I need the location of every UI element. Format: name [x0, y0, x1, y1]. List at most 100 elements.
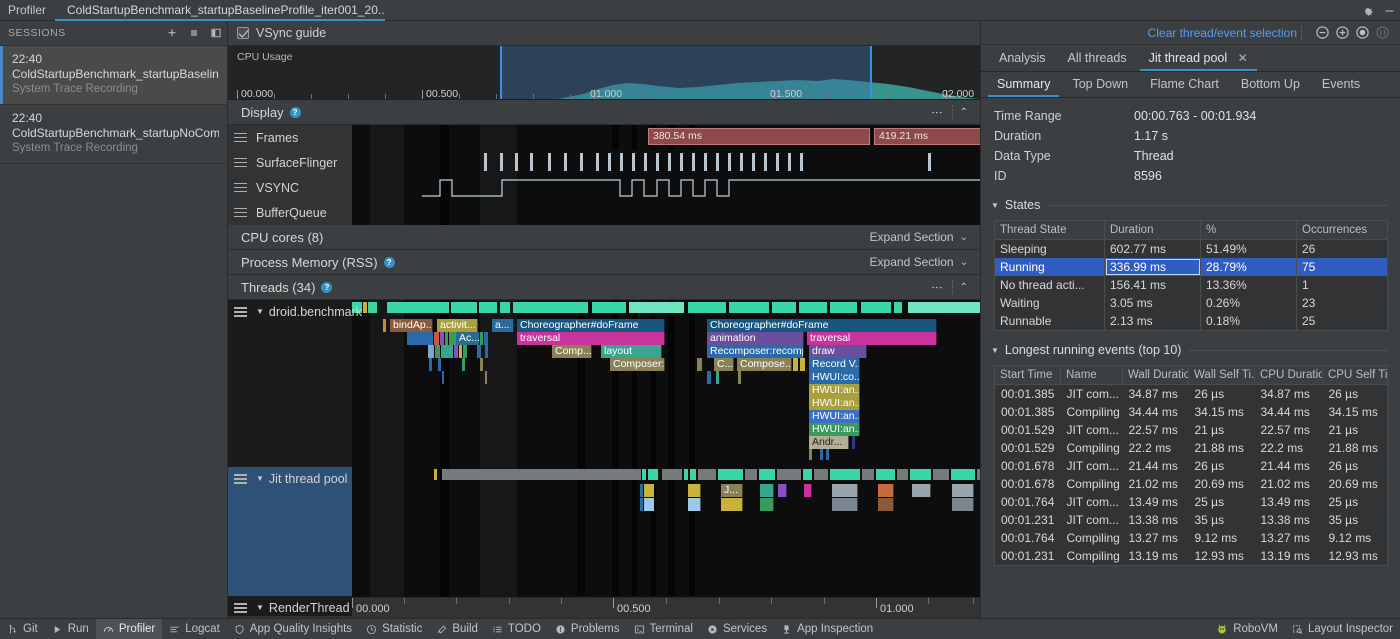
track-canvas-bufferqueue[interactable] [352, 200, 980, 225]
reset-zoom-icon[interactable] [1352, 23, 1372, 43]
drag-handle-icon[interactable] [234, 307, 247, 317]
states-group-header[interactable]: ▼ States [981, 196, 1400, 214]
column-header-occurrences[interactable]: Occurrences [1296, 220, 1388, 240]
chevron-down-icon[interactable]: ⌄ [960, 257, 968, 268]
trace-slice[interactable]: Choreographer#doFrame [517, 319, 665, 332]
help-icon[interactable]: ? [383, 256, 395, 268]
minimize-icon[interactable] [1378, 0, 1400, 21]
trace-slice[interactable] [952, 498, 974, 511]
trace-slice[interactable]: Recomposer:recomp... [707, 345, 804, 358]
status-item-services[interactable]: Services [700, 619, 774, 639]
more-options-icon[interactable]: ⋮ [931, 282, 943, 293]
help-icon[interactable]: ? [321, 281, 333, 293]
column-header-duration[interactable]: Duration [1104, 220, 1201, 240]
trace-slice[interactable] [878, 498, 894, 511]
frame-bar[interactable]: 419.21 ms [874, 128, 980, 145]
section-header-cpu-cores[interactable]: CPU cores (8) Expand Section ⌄ [228, 225, 980, 250]
trace-slice[interactable] [760, 484, 774, 497]
column-header-thread-state[interactable]: Thread State [994, 220, 1105, 240]
trace-slice[interactable]: activit... [437, 319, 478, 332]
table-row[interactable]: 00:01.529 JIT com... 22.57 ms 21 µs 22.5… [995, 421, 1388, 439]
gear-icon[interactable] [1356, 0, 1378, 21]
tab-analysis[interactable]: Analysis [988, 45, 1057, 71]
status-item-app-quality-insights[interactable]: App Quality Insights [227, 619, 359, 639]
tab-all-threads[interactable]: All threads [1057, 45, 1138, 71]
table-row[interactable]: 00:01.231 Compiling 13.19 ms 12.93 ms 13… [994, 547, 1388, 566]
table-row[interactable]: 00:01.385 Compiling 34.44 ms 34.15 ms 34… [995, 403, 1388, 421]
events-group-header[interactable]: ▼ Longest running events (top 10) [981, 341, 1400, 359]
status-item-todo[interactable]: TODO [485, 619, 548, 639]
track-canvas-surfaceflinger[interactable] [352, 150, 980, 175]
status-item-statistic[interactable]: Statistic [359, 619, 429, 639]
tab-top-down[interactable]: Top Down [1061, 72, 1139, 97]
drag-handle-icon[interactable] [234, 603, 247, 613]
more-options-icon[interactable]: ⋮ [931, 107, 943, 118]
track-row-frames[interactable]: Frames 380.54 ms 419.21 ms [228, 125, 980, 150]
thread-label-cell[interactable]: ▼ RenderThread [228, 596, 352, 616]
trace-slice[interactable] [952, 484, 974, 497]
trace-slice[interactable] [832, 498, 858, 511]
clear-thread-event-selection-link[interactable]: Clear thread/event selection [1148, 26, 1297, 40]
session-item[interactable]: 22:40 ColdStartupBenchmark_startupBaseli… [0, 46, 227, 105]
trace-slice[interactable]: HWUI:an... [809, 384, 860, 397]
chevron-down-icon[interactable]: ⌄ [960, 232, 968, 243]
trace-slice[interactable]: HWUI:an... [809, 423, 860, 436]
frame-bar[interactable]: 380.54 ms [648, 128, 870, 145]
trace-slice[interactable]: J... [721, 484, 743, 497]
trace-slice[interactable] [912, 484, 931, 497]
longest-events-table[interactable]: Start Time Name Wall Duration Wall Self … [994, 365, 1388, 566]
tab-flame-chart[interactable]: Flame Chart [1139, 72, 1230, 97]
track-row-vsync[interactable]: VSYNC [228, 175, 980, 200]
plus-icon[interactable] [161, 22, 183, 44]
tab-bottom-up[interactable]: Bottom Up [1230, 72, 1311, 97]
tab-summary[interactable]: Summary [986, 72, 1061, 97]
chevron-up-icon[interactable]: ⌃ [960, 107, 968, 118]
thread-canvas-jit-thread-pool[interactable]: J... [352, 467, 980, 596]
trace-slice[interactable]: bindAp... [390, 319, 433, 332]
collapse-triangle-icon[interactable]: ▼ [991, 201, 999, 210]
close-icon[interactable]: ✕ [1238, 51, 1248, 65]
status-item-layout-inspector[interactable]: Layout Inspector [1285, 619, 1400, 639]
trace-slice[interactable] [778, 484, 787, 497]
section-header-threads[interactable]: Threads (34) ? ⋮ ⌃ [228, 275, 980, 300]
trace-slice[interactable] [832, 484, 858, 497]
thread-row-droid-benchmark[interactable]: ▼ droid.benchmark bindAp... activit... A… [228, 300, 980, 467]
status-item-run[interactable]: Run [45, 619, 96, 639]
track-label-cell[interactable]: Frames [228, 125, 352, 150]
trace-slice[interactable]: Comp... [552, 345, 592, 358]
track-label-cell[interactable]: BufferQueue [228, 200, 352, 225]
thread-canvas-droid-benchmark[interactable]: bindAp... activit... Ac... a... Choreogr… [352, 300, 980, 467]
column-header-percent[interactable]: % [1200, 220, 1297, 240]
table-row[interactable]: No thread acti... 156.41 ms 13.36% 1 [994, 276, 1388, 294]
status-item-profiler[interactable]: Profiler [95, 618, 163, 639]
track-canvas-frames[interactable]: 380.54 ms 419.21 ms [352, 125, 980, 150]
trace-slice[interactable]: Ac... [456, 332, 480, 345]
column-header-cpu-duration[interactable]: CPU Duration [1254, 365, 1323, 385]
table-row[interactable]: 00:01.385 JIT com... 34.87 ms 26 µs 34.8… [995, 385, 1388, 404]
table-row[interactable]: 00:01.678 Compiling 21.02 ms 20.69 ms 21… [995, 475, 1388, 493]
trace-slice[interactable]: draw [809, 345, 867, 358]
expand-triangle-icon[interactable]: ▼ [256, 305, 264, 319]
column-header-wall-duration[interactable]: Wall Duration [1122, 365, 1189, 385]
vsync-guide-checkbox[interactable] [237, 27, 249, 39]
stop-square-icon[interactable] [183, 22, 205, 44]
trace-slice[interactable]: Andr... [809, 436, 849, 449]
track-canvas-vsync[interactable] [352, 175, 980, 200]
expand-triangle-icon[interactable]: ▼ [256, 601, 264, 615]
status-item-build[interactable]: Build [429, 619, 485, 639]
thread-label-cell[interactable]: ▼ droid.benchmark [228, 300, 362, 467]
table-row[interactable]: Runnable 2.13 ms 0.18% 25 [994, 312, 1388, 331]
split-panel-icon[interactable] [205, 22, 227, 44]
table-row[interactable]: Running 336.99 ms 28.79% 75 [994, 258, 1388, 276]
table-row[interactable]: 00:01.678 JIT com... 21.44 ms 26 µs 21.4… [995, 457, 1388, 475]
trace-slice[interactable] [804, 484, 812, 497]
track-row-surfaceflinger[interactable]: SurfaceFlinger [228, 150, 980, 175]
thread-row-jit-thread-pool[interactable]: ▼ Jit thread pool J... [228, 467, 980, 596]
trace-slice[interactable]: HWUI:co... [809, 371, 860, 384]
trace-slice[interactable]: traversal [807, 332, 937, 345]
track-row-bufferqueue[interactable]: BufferQueue [228, 200, 980, 225]
trace-slice[interactable]: Record V... [809, 358, 860, 371]
table-row[interactable]: 00:01.231 JIT com... 13.38 ms 35 µs 13.3… [995, 511, 1388, 529]
tab-jit-thread-pool[interactable]: Jit thread pool ✕ [1138, 45, 1259, 71]
column-header-cpu-self-time[interactable]: CPU Self Ti... [1322, 365, 1388, 385]
